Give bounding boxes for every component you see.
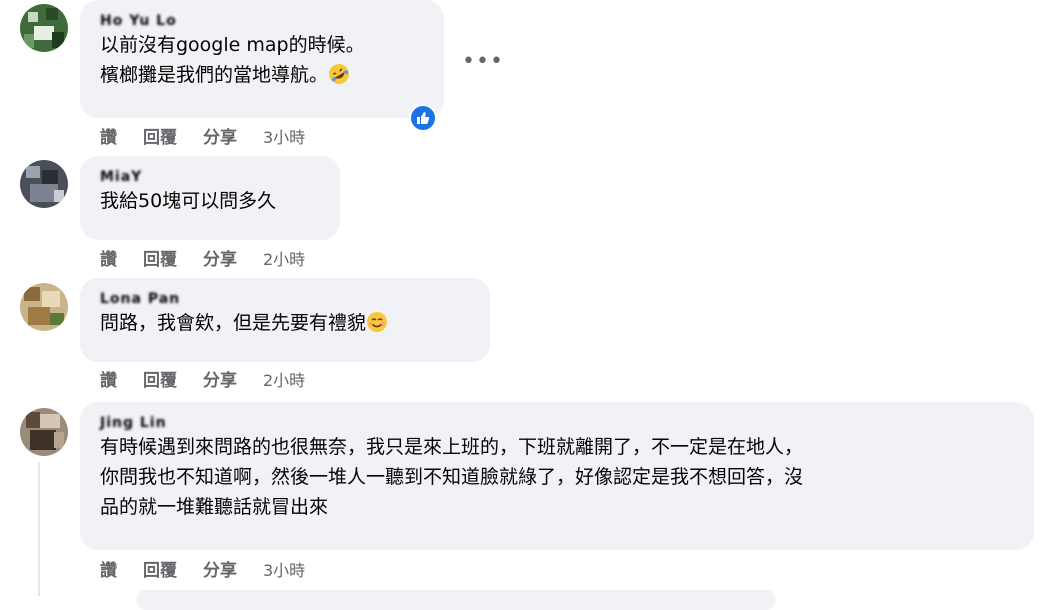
comment-actions: 讚 回覆 分享 2小時 [100, 366, 305, 392]
share-button[interactable]: 分享 [203, 556, 237, 581]
avatar[interactable] [20, 408, 68, 456]
comment-line: 你問我也不知道啊，然後一堆人一聽到不知道臉就綠了，好像認定是我不想回答，沒 [100, 466, 804, 488]
next-comment-bubble [136, 590, 776, 610]
more-options-icon[interactable]: ••• [462, 49, 504, 74]
comment-timestamp[interactable]: 3小時 [263, 124, 305, 148]
share-button[interactable]: 分享 [203, 366, 237, 391]
comment-timestamp[interactable]: 2小時 [263, 367, 305, 391]
comment-bubble: MiaY 我給50塊可以問多久 [80, 156, 340, 240]
avatar[interactable] [20, 160, 68, 208]
comment-author[interactable]: Ho Yu Lo [100, 12, 426, 30]
comment-line: 檳榔攤是我們的當地導航。 [100, 64, 329, 86]
comment-line: 品的就一堆難聽話就冒出來 [100, 496, 329, 518]
like-button[interactable]: 讚 [100, 366, 117, 391]
comment-bubble: Ho Yu Lo 以前沒有google map的時候。 檳榔攤是我們的當地導航。 [80, 0, 444, 118]
reply-button[interactable]: 回覆 [143, 366, 177, 391]
comment-actions: 讚 回覆 分享 3小時 [100, 123, 305, 149]
like-button[interactable]: 讚 [100, 556, 117, 581]
comment-actions: 讚 回覆 分享 2小時 [100, 245, 305, 271]
comment-bubble: Lona Pan 問路，我會欸，但是先要有禮貌 [80, 278, 490, 362]
smiling-face-emoji [366, 311, 388, 333]
reply-button[interactable]: 回覆 [143, 556, 177, 581]
like-button[interactable]: 讚 [100, 245, 117, 270]
share-button[interactable]: 分享 [203, 245, 237, 270]
rolling-laughing-emoji [328, 63, 350, 85]
comment-author[interactable]: Jing Lin [100, 414, 1016, 432]
comment-line: 以前沒有google map的時候。 [100, 34, 365, 56]
thread-line [38, 462, 40, 596]
comment-text: 問路，我會欸，但是先要有禮貌 [100, 308, 472, 338]
comment-author[interactable]: Lona Pan [100, 290, 472, 308]
reply-button[interactable]: 回覆 [143, 245, 177, 270]
like-button[interactable]: 讚 [100, 123, 117, 148]
avatar[interactable] [20, 283, 68, 331]
comment-text: 有時候遇到來問路的也很無奈，我只是來上班的，下班就離開了，不一定是在地人， 你問… [100, 432, 1016, 522]
comment-text: 以前沒有google map的時候。 檳榔攤是我們的當地導航。 [100, 30, 426, 90]
avatar[interactable] [20, 4, 68, 52]
comment-actions: 讚 回覆 分享 3小時 [100, 556, 305, 582]
comment-timestamp[interactable]: 3小時 [263, 557, 305, 581]
comment-bubble: Jing Lin 有時候遇到來問路的也很無奈，我只是來上班的，下班就離開了，不一… [80, 402, 1034, 550]
comment-line: 問路，我會欸，但是先要有禮貌 [100, 312, 367, 334]
comment-timestamp[interactable]: 2小時 [263, 246, 305, 270]
reply-button[interactable]: 回覆 [143, 123, 177, 148]
comment-author[interactable]: MiaY [100, 168, 322, 186]
comment-text: 我給50塊可以問多久 [100, 190, 277, 212]
share-button[interactable]: 分享 [203, 123, 237, 148]
comment-line: 有時候遇到來問路的也很無奈，我只是來上班的，下班就離開了，不一定是在地人， [100, 436, 804, 458]
like-reaction-icon[interactable] [409, 104, 437, 132]
